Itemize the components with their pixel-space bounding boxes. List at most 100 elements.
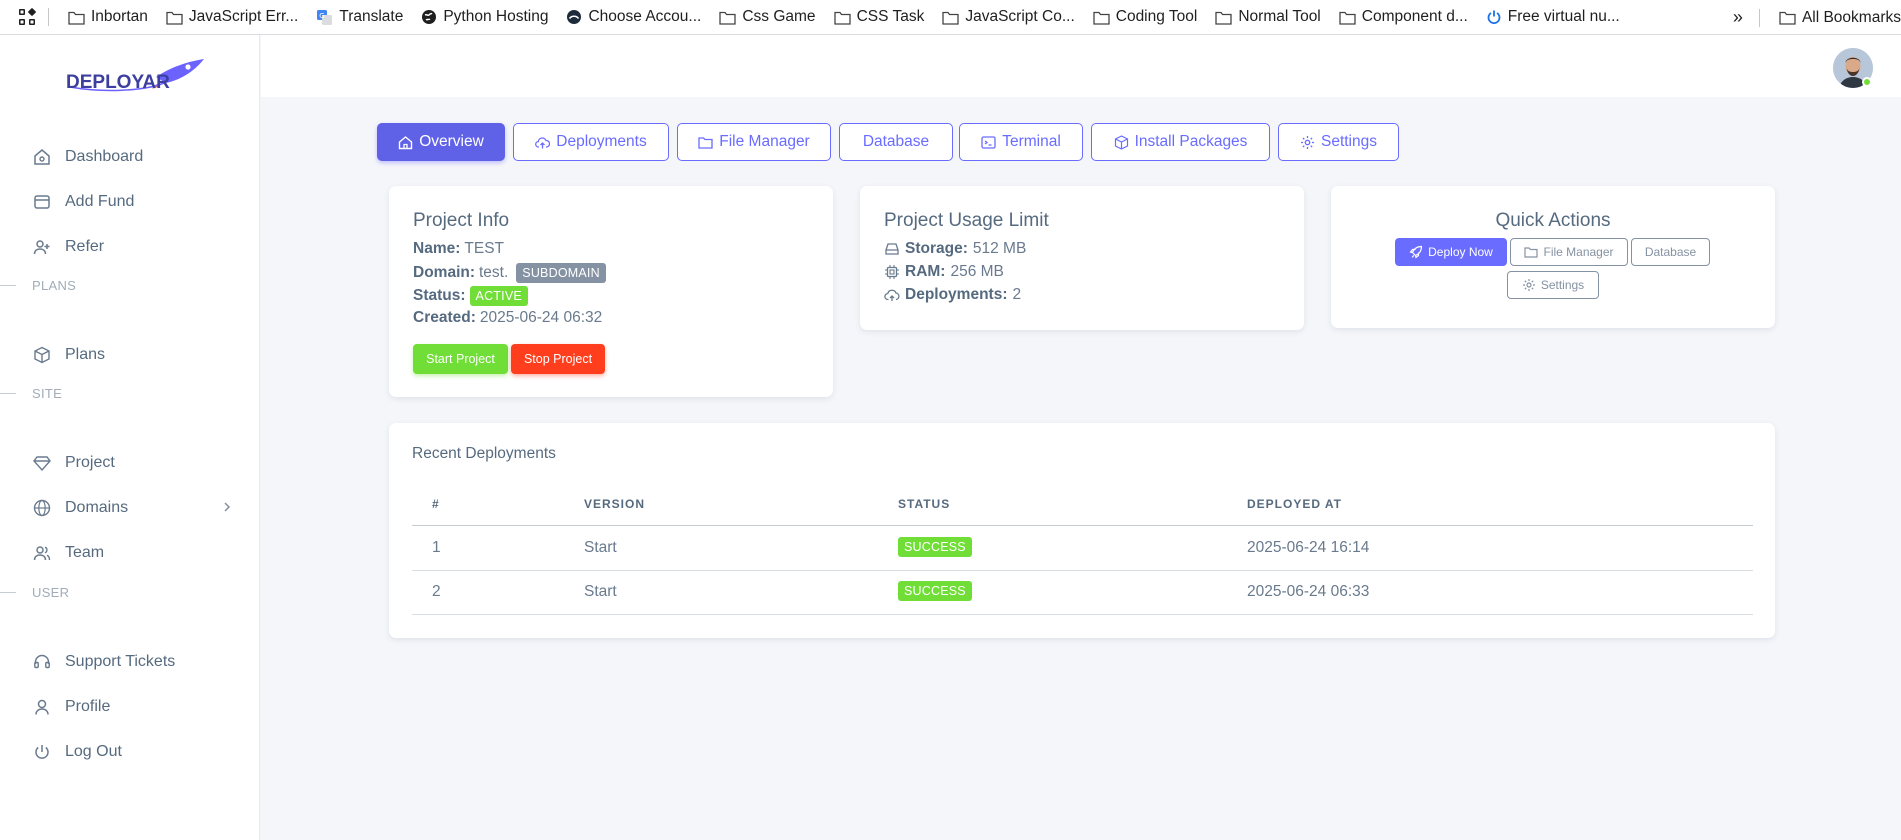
chip-icon: [885, 265, 899, 279]
field-label: Deployments:: [905, 286, 1008, 303]
bookmarks-divider: [1758, 8, 1760, 27]
tab-label: Overview: [419, 133, 484, 150]
bookmark-coding-tool[interactable]: Coding Tool: [1084, 0, 1207, 34]
bookmarks-right: » All Bookmarks: [1726, 0, 1901, 34]
bookmark-label: Free virtual nu...: [1507, 8, 1620, 25]
bookmark-component-d[interactable]: Component d...: [1330, 0, 1477, 34]
tab-overview[interactable]: Overview: [377, 123, 505, 161]
storage-value: 512 MB: [972, 240, 1027, 257]
project-status-row: Status: ACTIVE: [413, 286, 528, 306]
apps-grid-icon[interactable]: [18, 8, 36, 26]
tab-deployments[interactable]: Deployments: [513, 123, 669, 161]
sidebar-item-project[interactable]: Project: [0, 443, 260, 483]
tab-install-packages[interactable]: Install Packages: [1091, 123, 1270, 161]
column-header-num: #: [432, 497, 440, 511]
sidebar-item-plans[interactable]: Plans: [0, 335, 260, 375]
tab-terminal[interactable]: Terminal: [959, 123, 1083, 161]
bookmark-javascript-co[interactable]: JavaScript Co...: [933, 0, 1083, 34]
sidebar-item-team[interactable]: Team: [0, 533, 260, 573]
storage-row: Storage: 512 MB: [884, 240, 1026, 258]
deployments-value: 2: [1012, 286, 1022, 303]
bookmark-python-hosting[interactable]: Python Hosting: [412, 0, 557, 34]
tab-label: Database: [862, 133, 930, 150]
deploy-now-button[interactable]: Deploy Now: [1395, 238, 1507, 266]
folder-icon: [833, 11, 851, 25]
gear-icon: [1522, 279, 1535, 291]
sidebar: DEPLOYAR Dashboard Add Fund Refer PLANS …: [0, 35, 260, 840]
bookmark-label: Css Game: [742, 8, 816, 25]
field-label: Created:: [413, 309, 476, 326]
sidebar-item-label: Domains: [65, 499, 129, 516]
bookmark-javascript-err[interactable]: JavaScript Err...: [157, 0, 307, 34]
table-row-divider: [412, 614, 1753, 615]
button-label: Deploy Now: [1428, 245, 1493, 259]
bookmark-free-virtual-nu[interactable]: Free virtual nu...: [1477, 0, 1629, 34]
bookmark-css-game[interactable]: Css Game: [710, 0, 824, 34]
row-number: 1: [432, 539, 441, 556]
tab-settings[interactable]: Settings: [1278, 123, 1399, 161]
row-number: 2: [432, 583, 441, 600]
hard-drive-icon: [885, 243, 899, 255]
sidebar-section-user: USER: [0, 582, 69, 602]
sidebar-item-support-tickets[interactable]: Support Tickets: [0, 642, 260, 682]
bookmarks-overflow-button[interactable]: »: [1727, 7, 1749, 29]
sidebar-item-refer[interactable]: Refer: [0, 227, 260, 267]
headset-icon: [34, 654, 50, 669]
online-status-dot: [1862, 77, 1872, 87]
home-icon: [34, 149, 50, 165]
project-name-row: Name: TEST: [413, 240, 504, 258]
bookmark-inbortan[interactable]: Inbortan: [59, 0, 157, 34]
row-version: Start: [584, 539, 617, 556]
bookmark-label: All Bookmarks: [1801, 8, 1901, 26]
users-icon: [33, 546, 51, 561]
bookmark-translate[interactable]: G Translate: [307, 0, 412, 34]
card-title: Project Usage Limit: [884, 210, 1049, 231]
quick-settings-button[interactable]: Settings: [1507, 271, 1599, 299]
tab-database[interactable]: Database: [839, 123, 953, 161]
folder-icon: [698, 136, 713, 149]
bookmark-label: Component d...: [1361, 8, 1468, 25]
sidebar-item-label: Support Tickets: [65, 653, 176, 670]
bookmarks-divider: [48, 8, 49, 26]
quick-file-manager-button[interactable]: File Manager: [1510, 238, 1628, 266]
quick-database-button[interactable]: Database: [1631, 238, 1710, 266]
folder-icon: [1779, 11, 1796, 25]
bookmark-normal-tool[interactable]: Normal Tool: [1206, 0, 1329, 34]
globe-icon: [33, 499, 51, 517]
diamond-icon: [33, 456, 51, 472]
usage-limit-card: Project Usage Limit Storage: 512 MB RAM: 2…: [860, 186, 1304, 330]
sidebar-item-domains[interactable]: Domains: [0, 488, 260, 528]
bookmark-css-task[interactable]: CSS Task: [825, 0, 934, 34]
tab-label: File Manager: [719, 133, 810, 150]
sidebar-item-label: Profile: [65, 698, 111, 715]
brand-logo[interactable]: DEPLOYAR: [64, 57, 214, 99]
logo-text: DEPLOYAR: [66, 72, 170, 93]
rocket-icon: [1409, 245, 1423, 259]
subdomain-badge: SUBDOMAIN: [516, 263, 606, 283]
sidebar-item-label: Refer: [65, 238, 105, 255]
tab-label: Install Packages: [1134, 133, 1248, 150]
home-icon: [398, 135, 413, 149]
sidebar-section-site: SITE: [0, 383, 62, 403]
table-header-divider: [412, 525, 1753, 526]
field-label: Domain:: [413, 264, 475, 281]
section-label: SITE: [32, 385, 63, 401]
folder-icon: [1524, 247, 1539, 258]
tab-file-manager[interactable]: File Manager: [677, 123, 831, 161]
sidebar-item-add-fund[interactable]: Add Fund: [0, 182, 260, 222]
sidebar-item-log-out[interactable]: Log Out: [0, 732, 260, 772]
project-name-value: TEST: [464, 240, 505, 257]
sidebar-item-dashboard[interactable]: Dashboard: [0, 137, 260, 177]
stop-project-button[interactable]: Stop Project: [511, 344, 605, 374]
bookmark-choose-account[interactable]: Choose Accou...: [557, 0, 710, 34]
folder-icon: [1339, 11, 1356, 25]
button-label: Settings: [1540, 278, 1585, 292]
package-icon: [1114, 134, 1128, 150]
folder-icon: [1215, 11, 1232, 25]
start-project-button[interactable]: Start Project: [413, 344, 508, 374]
sidebar-item-profile[interactable]: Profile: [0, 687, 260, 727]
sidebar-item-label: Team: [65, 544, 105, 561]
power-icon: [1487, 10, 1501, 24]
all-bookmarks-button[interactable]: All Bookmarks: [1770, 0, 1901, 34]
top-navbar: [261, 35, 1901, 97]
